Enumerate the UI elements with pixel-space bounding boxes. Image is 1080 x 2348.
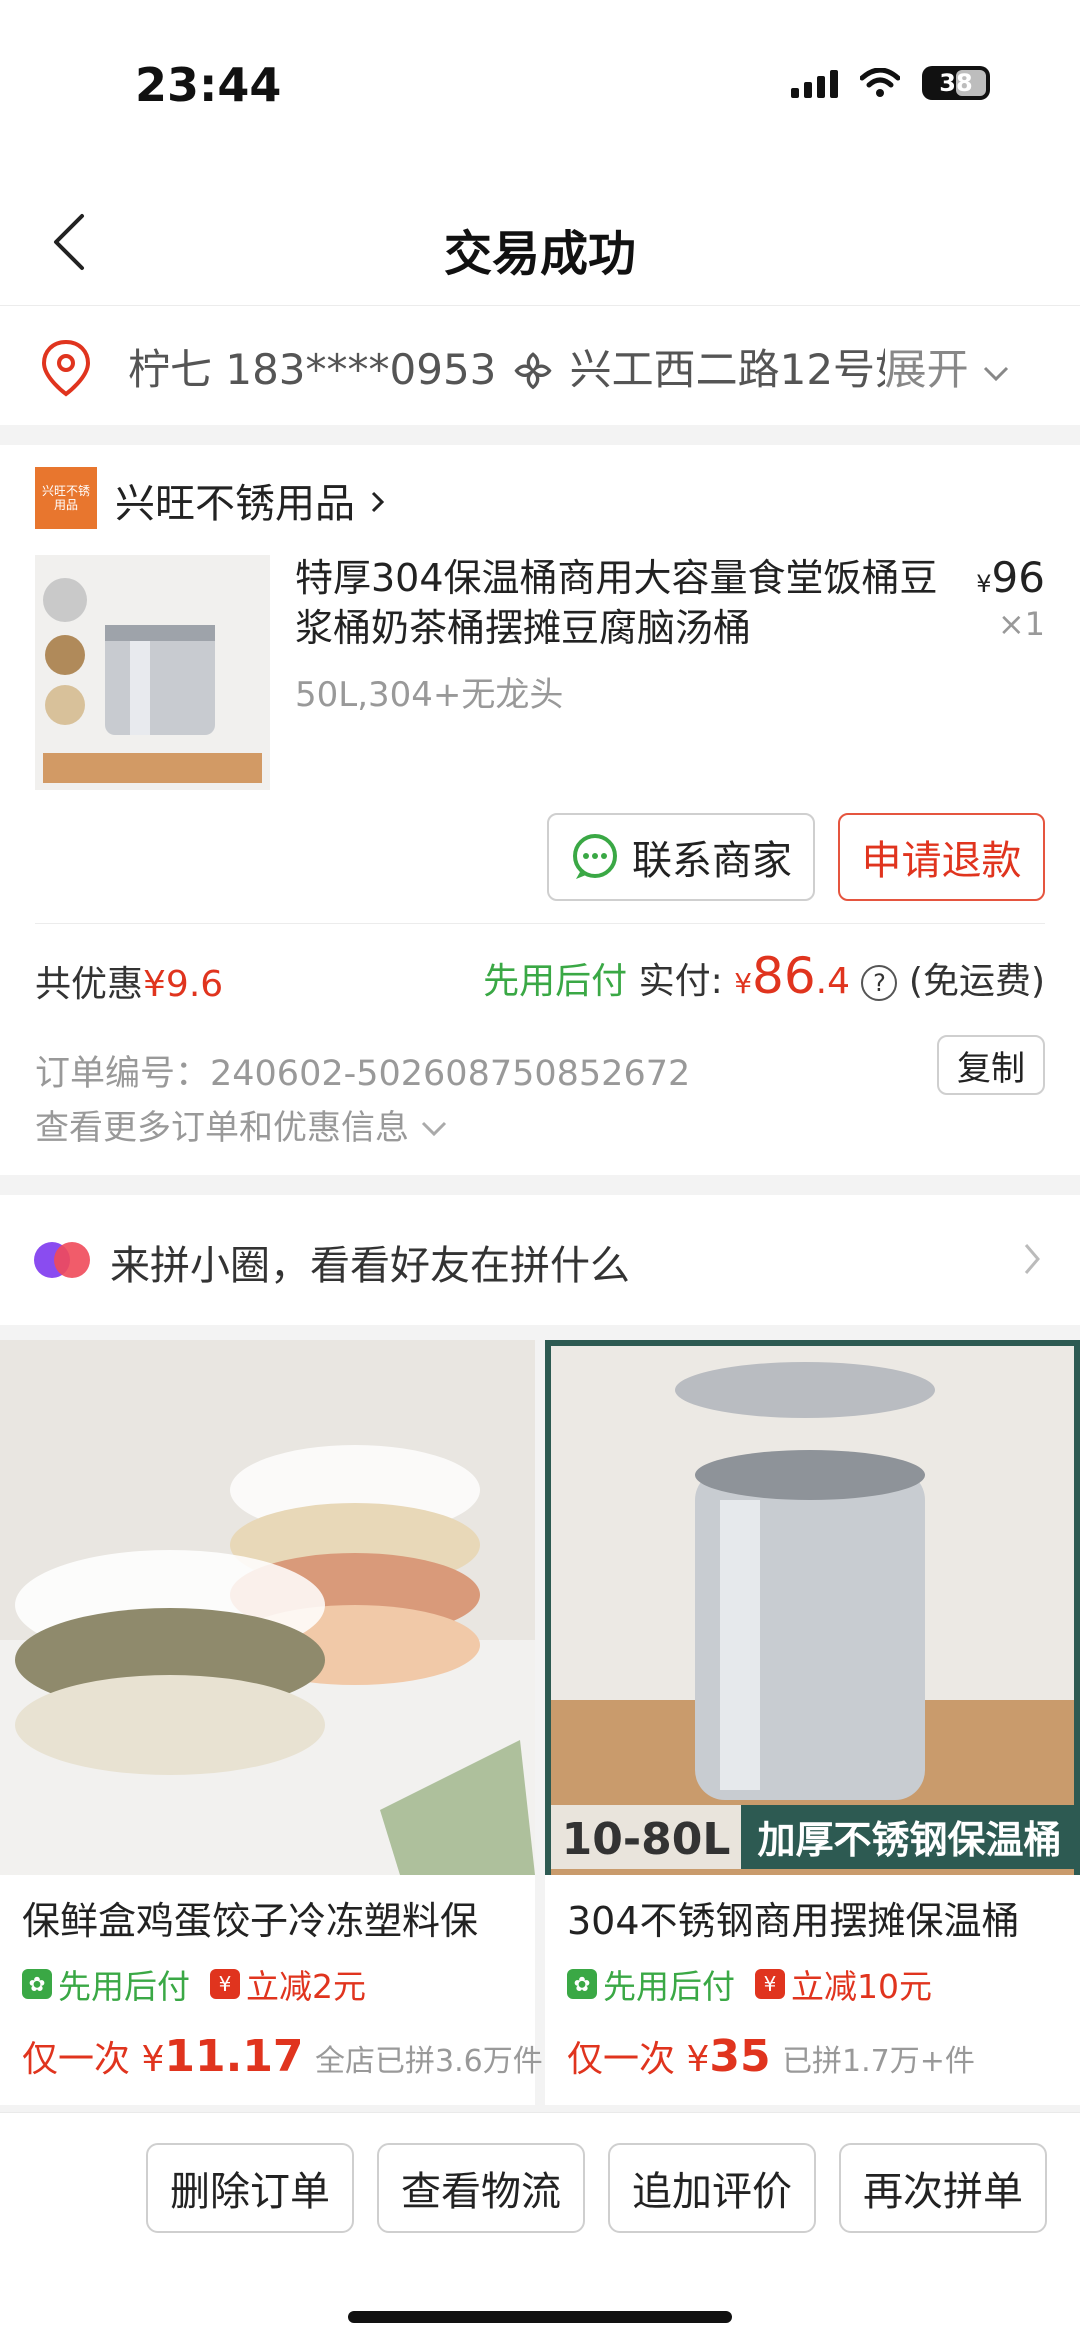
view-logistics-button[interactable]: 查看物流	[377, 2143, 585, 2233]
product-price: 仅一次 ¥35 已拼1.7万+件	[567, 2030, 975, 2082]
shipping-label: (免运费)	[908, 961, 1045, 1002]
discount-tag-label: 立减10元	[791, 1967, 932, 2006]
paid-amount-int: 86	[752, 947, 816, 1005]
pay-later-tag-label: 先用后付	[603, 1967, 735, 2006]
discount-summary: 共优惠¥9.6	[35, 955, 223, 1007]
discount-tag: ¥ 立减2元	[210, 1960, 366, 2008]
paid-label: 实付:	[638, 961, 723, 1002]
product-title: 304不锈钢商用摆摊保温桶	[567, 1899, 1020, 1943]
pin-circle-logo-icon	[34, 1242, 90, 1278]
page-title: 交易成功	[443, 226, 636, 282]
shop-name[interactable]: 兴旺不锈用品	[115, 471, 388, 529]
more-order-info[interactable]: 查看更多订单和优惠信息	[35, 1100, 448, 1149]
product-price-currency: ¥	[686, 2039, 710, 2080]
status-bar: 23:44 38	[0, 0, 1080, 180]
copy-button[interactable]: 复制	[937, 1035, 1045, 1095]
product-banner: 加厚不锈钢保温桶	[757, 1818, 1062, 1862]
battery-level: 38	[939, 69, 973, 97]
pin-circle-text: 来拼小圈，看看好友在拼什么	[110, 1243, 630, 1289]
rebuy-button[interactable]: 再次拼单	[839, 2143, 1047, 2233]
paid-summary: 先用后付 实付: ¥86.4 ? (免运费)	[483, 947, 1045, 1005]
nav-header: 交易成功	[0, 180, 1080, 305]
order-item-spec: 50L,304+无龙头	[295, 675, 564, 715]
address-text: 柠七 183****0953 ᯽ 兴工西二路12号如家	[128, 345, 960, 394]
order-item-name[interactable]: 特厚304保温桶商用大容量食堂饭桶豆浆桶奶茶桶摆摊豆腐脑汤桶	[295, 553, 955, 653]
pin-circle-row[interactable]: 来拼小圈，看看好友在拼什么	[0, 1195, 1080, 1325]
product-image[interactable]	[0, 1340, 535, 1875]
order-card: 兴旺不锈用品 兴旺不锈用品 特厚304保温桶商用大容量食堂饭桶豆浆桶奶茶桶摆摊豆…	[0, 445, 1080, 1175]
chevron-right-icon	[1024, 1244, 1040, 1274]
delete-order-button[interactable]: 删除订单	[146, 2143, 354, 2233]
order-item-qty: ×1	[997, 605, 1045, 643]
status-icons: 38	[791, 66, 990, 100]
discount-tag-label: 立减2元	[246, 1967, 366, 2006]
product-price-value: 35	[709, 2031, 771, 2082]
discount-value: ¥9.6	[143, 964, 224, 1005]
pay-later-tag: ✿ 先用后付	[22, 1960, 190, 2008]
sold-count: 全店已拼3.6万件	[315, 2044, 543, 2079]
address-row[interactable]: 柠七 183****0953 ᯽ 兴工西二路12号如家 展开	[0, 305, 1080, 425]
product-image[interactable]: 10-80L 加厚不锈钢保温桶	[545, 1340, 1080, 1875]
price-prefix: 仅一次	[567, 2039, 676, 2080]
chat-icon	[573, 834, 617, 879]
pay-later-icon: ✿	[567, 1969, 597, 1999]
chevron-down-icon	[421, 1121, 446, 1137]
shop-name-text: 兴旺不锈用品	[115, 481, 355, 527]
add-review-button[interactable]: 追加评价	[608, 2143, 816, 2233]
wifi-icon	[860, 68, 900, 97]
shop-logo[interactable]: 兴旺不锈用品	[35, 467, 97, 529]
price-prefix: 仅一次	[22, 2039, 131, 2080]
divider	[35, 923, 1045, 924]
address-expand[interactable]: 展开	[884, 336, 1010, 397]
sold-count: 已拼1.7万+件	[782, 2044, 975, 2079]
pay-later-tag-label: 先用后付	[58, 1967, 190, 2006]
capacity-badge: 10-80L	[561, 1814, 731, 1865]
contact-merchant-label: 联系商家	[632, 838, 792, 884]
order-item-currency: ¥	[976, 570, 992, 598]
paid-currency: ¥	[734, 967, 753, 1000]
bottom-action-bar: 删除订单 查看物流 追加评价 再次拼单	[0, 2112, 1080, 2348]
contact-merchant-button[interactable]: 联系商家	[547, 813, 815, 901]
expand-label: 展开	[884, 345, 969, 394]
signal-icon	[791, 68, 838, 98]
paid-amount-dec: .4	[815, 961, 850, 1002]
order-number: 订单编号：240602-502608750852672	[35, 1054, 691, 1094]
help-icon[interactable]: ?	[861, 965, 898, 1001]
order-item-price-value: 96	[991, 553, 1045, 602]
pay-later-label: 先用后付	[483, 961, 628, 1002]
product-card[interactable]: 10-80L 加厚不锈钢保温桶 304不锈钢商用摆摊保温桶 ✿ 先用后付 ¥ 立减1…	[545, 1340, 1080, 2105]
status-time: 23:44	[135, 58, 282, 112]
coupon-icon: ¥	[210, 1969, 240, 1999]
product-tags: ✿ 先用后付 ¥ 立减2元	[22, 1960, 366, 2008]
order-item-price: ¥96	[976, 553, 1045, 602]
more-order-info-label: 查看更多订单和优惠信息	[35, 1108, 409, 1148]
product-price-currency: ¥	[141, 2039, 165, 2080]
location-pin-icon	[41, 339, 91, 397]
battery-icon: 38	[922, 66, 990, 100]
chevron-right-icon	[371, 491, 384, 513]
home-indicator[interactable]	[348, 2311, 732, 2323]
order-item-thumbnail[interactable]	[35, 555, 270, 790]
refund-button[interactable]: 申请退款	[838, 813, 1045, 901]
discount-label: 共优惠	[35, 964, 144, 1005]
product-card[interactable]: 保鲜盒鸡蛋饺子冷冻塑料保 ✿ 先用后付 ¥ 立减2元 仅一次 ¥11.17 全店已拼…	[0, 1340, 543, 2105]
pay-later-tag: ✿ 先用后付	[567, 1960, 735, 2008]
product-price-value: 11.17	[164, 2031, 304, 2082]
chevron-down-icon	[983, 366, 1009, 382]
product-price: 仅一次 ¥11.17 全店已拼3.6万件	[22, 2030, 543, 2082]
product-title: 保鲜盒鸡蛋饺子冷冻塑料保	[22, 1899, 479, 1943]
coupon-icon: ¥	[755, 1969, 785, 1999]
pay-later-icon: ✿	[22, 1969, 52, 1999]
product-tags: ✿ 先用后付 ¥ 立减10元	[567, 1960, 932, 2008]
discount-tag: ¥ 立减10元	[755, 1960, 932, 2008]
